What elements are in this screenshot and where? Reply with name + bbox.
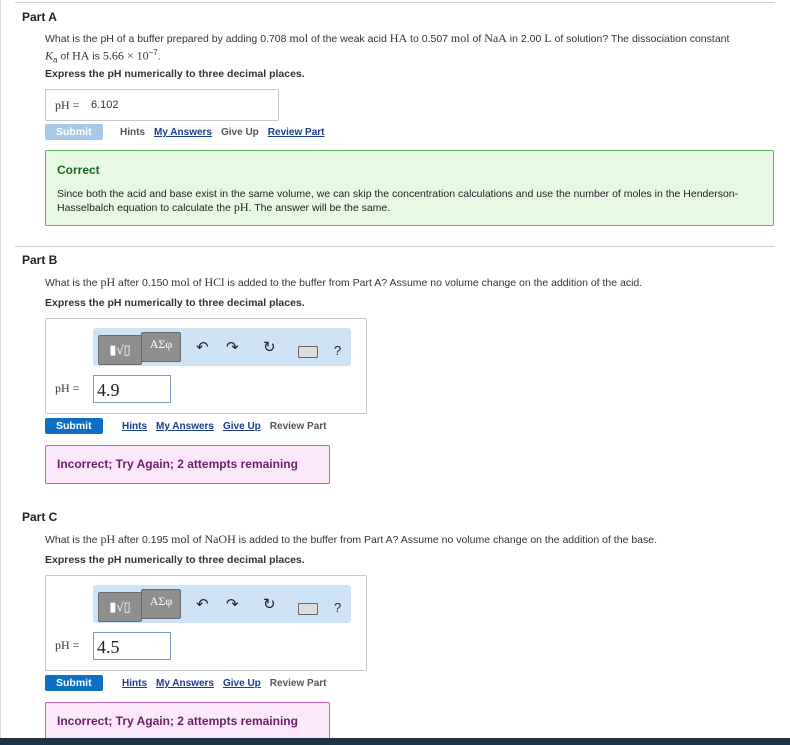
unit-mol: mol xyxy=(171,275,190,289)
keyboard-icon[interactable] xyxy=(298,603,318,615)
part-a-links: Hints My Answers Give Up Review Part xyxy=(120,127,333,138)
part-c-answer-panel: ▮√▯ ΑΣφ ↶ ↷ ↻ ? pH = 4.5 xyxy=(45,575,367,671)
part-c-question: What is the pH after 0.195 mol of NaOH i… xyxy=(45,533,780,547)
review-part-link[interactable]: Review Part xyxy=(270,421,327,432)
greek-symbols-button[interactable]: ΑΣφ xyxy=(141,589,181,619)
question-text: What is the xyxy=(45,277,101,289)
feedback-text-part: . The answer will be the same. xyxy=(248,202,391,214)
question-text: is xyxy=(89,50,103,63)
give-up-link[interactable]: Give Up xyxy=(221,127,259,138)
ph-symbol: pH xyxy=(100,532,116,546)
question-text: after 0.150 xyxy=(115,277,172,289)
undo-icon[interactable]: ↶ xyxy=(196,340,209,356)
give-up-link[interactable]: Give Up xyxy=(223,421,261,432)
help-icon[interactable]: ? xyxy=(334,600,341,615)
part-a-instruction: Express the pH numerically to three deci… xyxy=(45,68,305,80)
hints-link[interactable]: Hints xyxy=(120,127,145,138)
question-text: to 0.507 xyxy=(407,33,451,45)
answer-value: 6.102 xyxy=(91,99,119,111)
give-up-link[interactable]: Give Up xyxy=(223,678,261,689)
formula-hcl: HCl xyxy=(204,275,225,289)
feedback-title: Correct xyxy=(57,163,100,177)
ka-symbol: K xyxy=(45,48,54,63)
left-rule xyxy=(0,0,1,745)
reset-icon[interactable]: ↻ xyxy=(263,597,276,613)
feedback-text: Since both the acid and base exist in th… xyxy=(57,188,757,215)
templates-button[interactable]: ▮√▯ xyxy=(98,335,142,365)
question-text: is added to the buffer from Part A? Assu… xyxy=(235,534,658,546)
math-toolbar: ▮√▯ ΑΣφ ↶ ↷ ↻ ? xyxy=(93,328,351,366)
part-b-answer-panel: ▮√▯ ΑΣφ ↶ ↷ ↻ ? pH = 4.9 xyxy=(45,318,367,414)
part-a-feedback-correct: Correct Since both the acid and base exi… xyxy=(45,150,774,226)
question-text: What is the xyxy=(45,534,101,546)
hints-link[interactable]: Hints xyxy=(122,421,147,432)
answer-label: pH = xyxy=(55,638,80,652)
formula-ha: HA xyxy=(389,31,408,45)
part-a-question: What is the pH of a buffer prepared by a… xyxy=(45,32,780,67)
hints-link[interactable]: Hints xyxy=(122,678,147,689)
part-c-instruction: Express the pH numerically to three deci… xyxy=(45,554,305,566)
my-answers-link[interactable]: My Answers xyxy=(154,127,212,138)
part-b-question: What is the pH after 0.150 mol of HCl is… xyxy=(45,276,780,290)
question-text: of xyxy=(189,277,205,289)
question-text: of xyxy=(469,33,485,45)
ka-value: 5.66 × 10 xyxy=(102,48,149,63)
question-text: of the weak acid xyxy=(308,33,390,45)
part-b-submit-button[interactable]: Submit xyxy=(45,418,103,434)
ka-exponent: −7 xyxy=(148,48,158,57)
part-a-answer-box: pH = 6.102 xyxy=(45,89,279,121)
divider-a-b xyxy=(15,246,775,247)
feedback-text: Incorrect; Try Again; 2 attempts remaini… xyxy=(57,714,298,728)
formula-naa: NaA xyxy=(484,31,507,45)
part-b-answer-input[interactable]: 4.9 xyxy=(93,375,171,403)
part-c-links: Hints My Answers Give Up Review Part xyxy=(122,678,335,689)
review-part-link[interactable]: Review Part xyxy=(270,678,327,689)
my-answers-link[interactable]: My Answers xyxy=(156,678,214,689)
unit-liter: L xyxy=(544,31,552,45)
part-b-instruction: Express the pH numerically to three deci… xyxy=(45,297,305,309)
question-text: after 0.195 xyxy=(115,534,172,546)
answer-label: pH = xyxy=(55,381,80,395)
redo-icon[interactable]: ↷ xyxy=(226,597,239,613)
templates-button[interactable]: ▮√▯ xyxy=(98,592,142,622)
feedback-text-part: Since both the acid and base exist in th… xyxy=(57,188,739,214)
bottom-bar xyxy=(0,738,790,745)
feedback-text: Incorrect; Try Again; 2 attempts remaini… xyxy=(57,457,298,471)
ph-symbol: pH xyxy=(233,200,249,214)
question-text: in 2.00 xyxy=(506,33,545,45)
greek-symbols-button[interactable]: ΑΣφ xyxy=(141,332,181,362)
unit-mol: mol xyxy=(289,31,309,45)
unit-mol: mol xyxy=(450,31,470,45)
divider-top xyxy=(15,2,775,3)
reset-icon[interactable]: ↻ xyxy=(263,340,276,356)
question-text: is added to the buffer from Part A? Assu… xyxy=(224,277,643,289)
part-a-submit-button[interactable]: Submit xyxy=(45,124,103,140)
answer-label: pH = xyxy=(55,98,80,112)
question-text: . xyxy=(157,50,161,63)
part-b-links: Hints My Answers Give Up Review Part xyxy=(122,421,335,432)
formula-naoh: NaOH xyxy=(204,532,236,546)
review-part-link[interactable]: Review Part xyxy=(268,127,325,138)
question-text: of xyxy=(57,50,73,63)
help-icon[interactable]: ? xyxy=(334,343,341,358)
ph-symbol: pH xyxy=(100,275,116,289)
keyboard-icon[interactable] xyxy=(298,346,318,358)
question-text: of xyxy=(189,534,205,546)
formula-ha: HA xyxy=(72,48,90,63)
part-c-answer-input[interactable]: 4.5 xyxy=(93,632,171,660)
undo-icon[interactable]: ↶ xyxy=(196,597,209,613)
my-answers-link[interactable]: My Answers xyxy=(156,421,214,432)
redo-icon[interactable]: ↷ xyxy=(226,340,239,356)
part-b-feedback-incorrect: Incorrect; Try Again; 2 attempts remaini… xyxy=(45,445,330,484)
part-c-title: Part C xyxy=(22,510,58,524)
question-text: What is the pH of a buffer prepared by a… xyxy=(45,33,290,45)
part-b-title: Part B xyxy=(22,253,58,267)
math-toolbar: ▮√▯ ΑΣφ ↶ ↷ ↻ ? xyxy=(93,585,351,623)
question-text: of solution? The dissociation constant xyxy=(551,33,730,45)
part-c-feedback-incorrect: Incorrect; Try Again; 2 attempts remaini… xyxy=(45,702,330,741)
part-a-title: Part A xyxy=(22,10,57,24)
unit-mol: mol xyxy=(171,532,190,546)
part-c-submit-button[interactable]: Submit xyxy=(45,675,103,691)
